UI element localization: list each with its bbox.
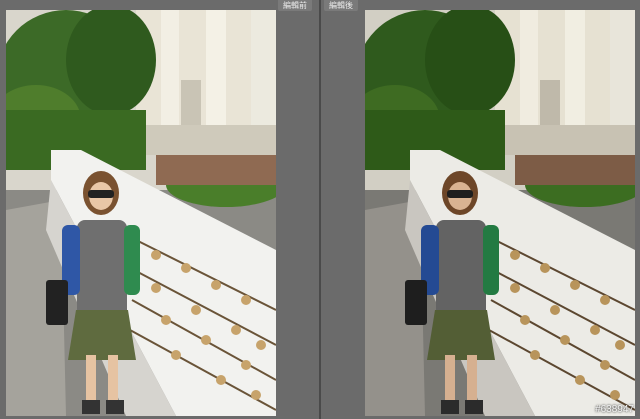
- after-label: 編輯後: [324, 0, 358, 11]
- before-photo[interactable]: [6, 10, 276, 416]
- before-photo-image: [6, 10, 276, 416]
- after-pane: 編輯後: [321, 0, 640, 419]
- watermark: #638947: [595, 404, 634, 415]
- after-photo[interactable]: [365, 10, 635, 416]
- before-label: 編輯前: [278, 0, 312, 11]
- after-photo-image: [365, 10, 635, 416]
- before-pane: 編輯前: [0, 0, 319, 419]
- before-after-viewer: 編輯前 編輯後 #638947: [0, 0, 640, 419]
